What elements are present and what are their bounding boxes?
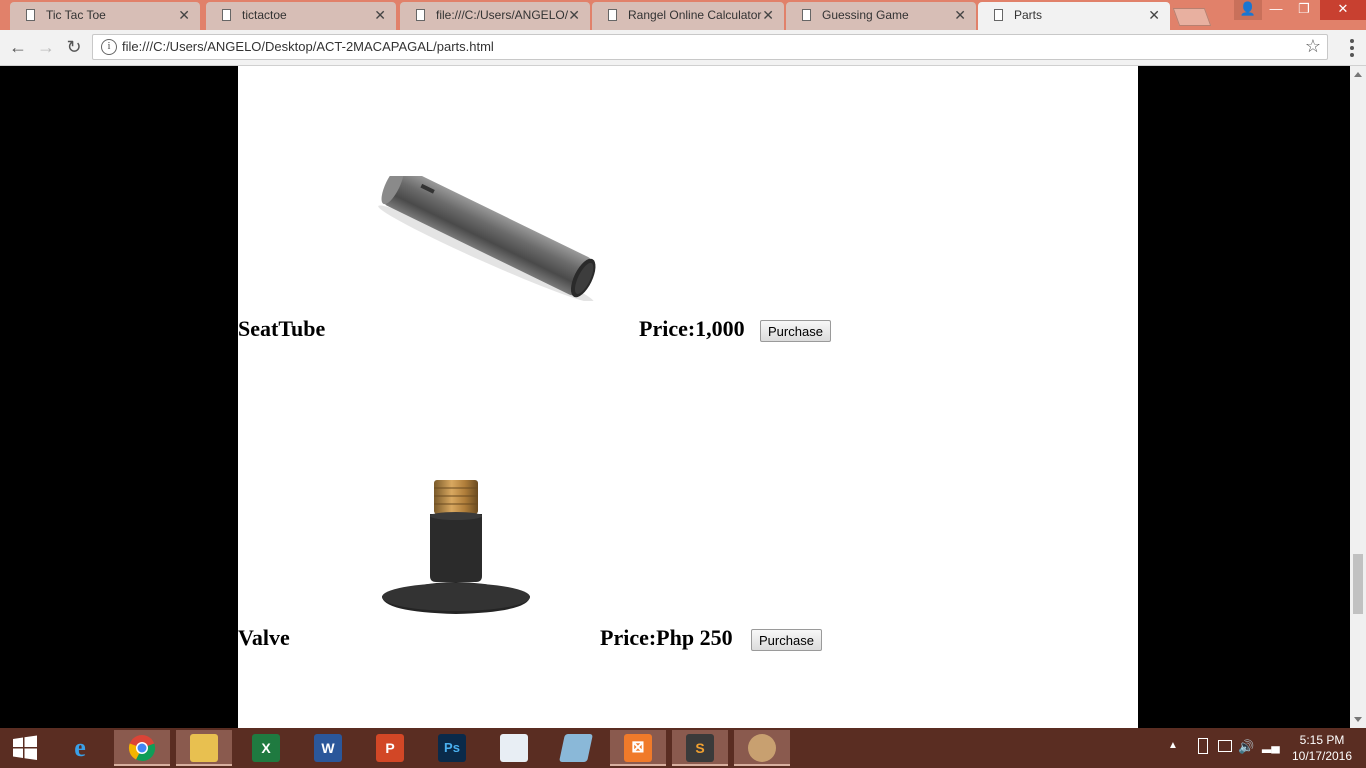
page-icon bbox=[222, 9, 231, 21]
purchase-button[interactable]: Purchase bbox=[751, 629, 822, 651]
page-icon bbox=[416, 9, 425, 21]
part-price: Price:Php 250 bbox=[600, 625, 733, 650]
start-icon[interactable] bbox=[0, 730, 50, 766]
sublime-icon[interactable]: S bbox=[672, 730, 728, 766]
close-icon[interactable]: ✕ bbox=[1148, 2, 1160, 28]
tab-rangel-calculator[interactable]: Rangel Online Calculator ✕ bbox=[592, 2, 784, 30]
notepad-icon[interactable] bbox=[548, 730, 604, 766]
chrome-icon[interactable] bbox=[114, 730, 170, 766]
seat-tube-image bbox=[378, 176, 596, 301]
tab-label: Guessing Game bbox=[822, 8, 909, 22]
tab-tic-tac-toe[interactable]: Tic Tac Toe ✕ bbox=[10, 2, 200, 30]
url-text: file:///C:/Users/ANGELO/Desktop/ACT-2MAC… bbox=[122, 39, 494, 54]
mysql-installer-icon[interactable] bbox=[486, 730, 542, 766]
close-icon[interactable]: ✕ bbox=[762, 2, 774, 28]
tab-label: Tic Tac Toe bbox=[46, 8, 106, 22]
explorer-icon[interactable] bbox=[176, 730, 232, 766]
clock-date: 10/17/2016 bbox=[1291, 749, 1353, 763]
user-icon[interactable]: 👤 bbox=[1234, 0, 1262, 20]
menu-icon[interactable] bbox=[1344, 38, 1360, 58]
scroll-down-icon[interactable] bbox=[1354, 717, 1362, 722]
forward-icon[interactable]: → bbox=[34, 36, 58, 60]
scroll-thumb[interactable] bbox=[1353, 554, 1363, 614]
paint-icon[interactable] bbox=[734, 730, 790, 766]
page-icon bbox=[608, 9, 617, 21]
excel-icon[interactable]: X bbox=[238, 730, 294, 766]
close-icon[interactable]: ✕ bbox=[568, 2, 580, 28]
restore-icon[interactable]: ❐ bbox=[1290, 0, 1318, 20]
part-name: SeatTube bbox=[238, 316, 326, 341]
purchase-button[interactable]: Purchase bbox=[760, 320, 831, 342]
minimize-icon[interactable]: — bbox=[1262, 0, 1290, 20]
part-name: Valve bbox=[238, 625, 290, 650]
close-icon[interactable]: ✕ bbox=[954, 2, 966, 28]
tab-strip: Tic Tac Toe ✕ tictactoe ✕ file:///C:/Use… bbox=[0, 0, 1366, 30]
address-bar[interactable]: i file:///C:/Users/ANGELO/Desktop/ACT-2M… bbox=[92, 34, 1328, 60]
back-icon[interactable]: ← bbox=[6, 36, 30, 60]
valve-image bbox=[382, 480, 530, 614]
page-icon bbox=[26, 9, 35, 21]
clock[interactable]: 5:15 PM 10/17/2016 bbox=[1290, 732, 1354, 764]
tab-label: tictactoe bbox=[242, 8, 287, 22]
scroll-up-icon[interactable] bbox=[1354, 72, 1362, 77]
vertical-scrollbar[interactable] bbox=[1350, 66, 1366, 728]
page-icon bbox=[802, 9, 811, 21]
tab-file[interactable]: file:///C:/Users/ANGELO/ ✕ bbox=[400, 2, 590, 30]
close-icon[interactable]: ✕ bbox=[374, 2, 386, 28]
powerpoint-icon[interactable]: P bbox=[362, 730, 418, 766]
tab-label: Parts bbox=[1014, 8, 1043, 22]
close-window-icon[interactable]: ✕ bbox=[1320, 0, 1366, 20]
bookmark-star-icon[interactable]: ☆ bbox=[1305, 36, 1321, 57]
page-content: SeatTube Price:1,000 Purchase Valve Pric… bbox=[238, 66, 1138, 728]
page-icon bbox=[994, 9, 1003, 21]
tab-label: Rangel Online Calculator bbox=[628, 8, 762, 22]
part-price: Price:1,000 bbox=[639, 316, 745, 341]
tab-tictactoe[interactable]: tictactoe ✕ bbox=[206, 2, 396, 30]
ie-icon[interactable]: e bbox=[52, 730, 108, 766]
browser-toolbar: ← → ↻ i file:///C:/Users/ANGELO/Desktop/… bbox=[0, 30, 1366, 66]
close-icon[interactable]: ✕ bbox=[178, 2, 190, 28]
photoshop-icon[interactable]: Ps bbox=[424, 730, 480, 766]
info-icon[interactable]: i bbox=[101, 39, 117, 55]
xampp-icon[interactable]: ⊠ bbox=[610, 730, 666, 766]
tab-guessing-game[interactable]: Guessing Game ✕ bbox=[786, 2, 976, 30]
new-tab-button[interactable] bbox=[1172, 8, 1212, 26]
tab-parts[interactable]: Parts ✕ bbox=[978, 2, 1170, 30]
word-icon[interactable]: W bbox=[300, 730, 356, 766]
reload-icon[interactable]: ↻ bbox=[62, 36, 86, 60]
tab-label: file:///C:/Users/ANGELO/ bbox=[436, 8, 569, 22]
clock-time: 5:15 PM bbox=[1299, 733, 1345, 747]
taskbar: e X W P Ps ⊠ S ▲ 🔊 ▂▄ 5:15 PM 10/17/2016 bbox=[0, 728, 1366, 768]
page-viewport: SeatTube Price:1,000 Purchase Valve Pric… bbox=[0, 66, 1350, 728]
